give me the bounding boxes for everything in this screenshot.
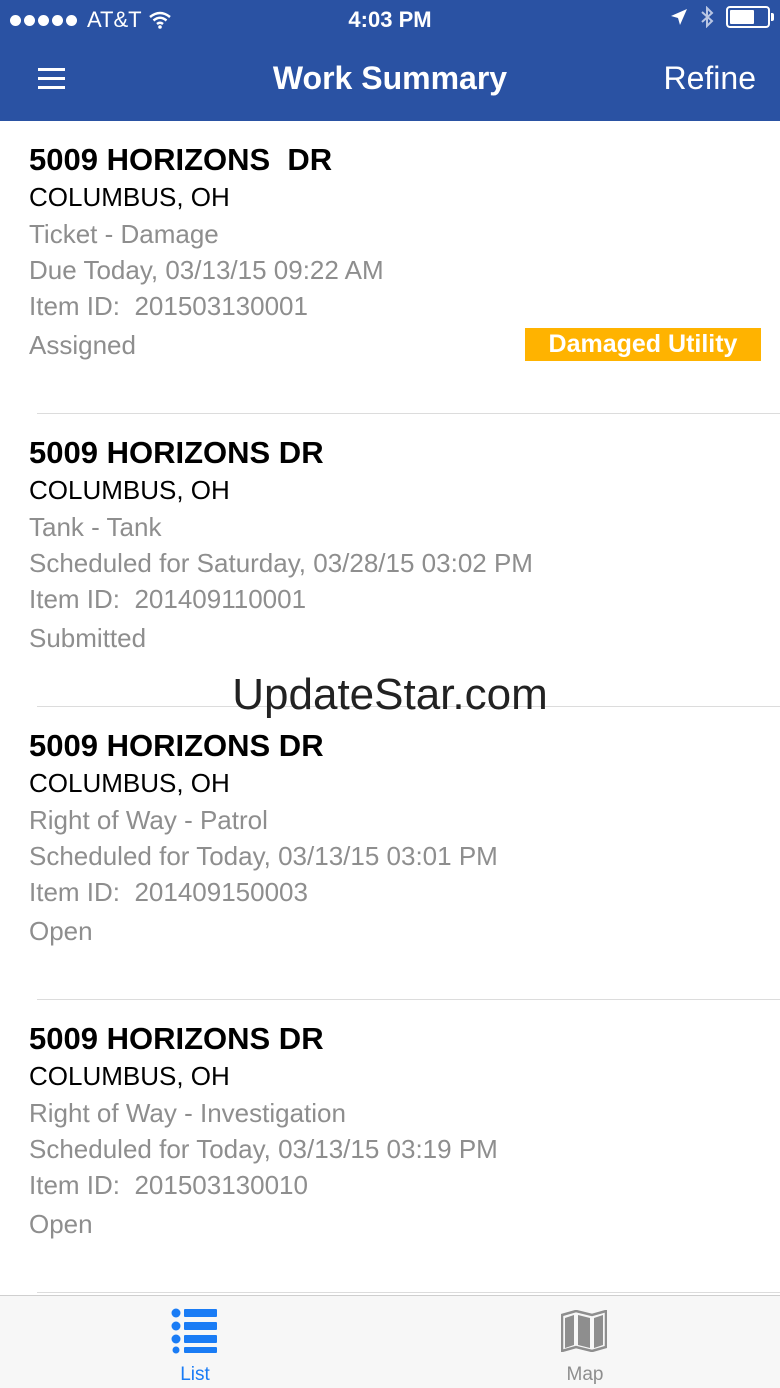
- item-schedule: Scheduled for Saturday, 03/28/15 03:02 P…: [29, 548, 533, 578]
- item-status: Open: [29, 916, 93, 946]
- item-schedule: Due Today, 03/13/15 09:22 AM: [29, 255, 384, 285]
- item-id: Item ID: 201409150003: [29, 877, 308, 907]
- item-id: Item ID: 201503130010: [29, 1170, 308, 1200]
- item-city: COLUMBUS, OH: [29, 475, 230, 505]
- status-bar: AT&T 4:03 PM: [0, 0, 780, 40]
- item-schedule: Scheduled for Today, 03/13/15 03:01 PM: [29, 841, 498, 871]
- refine-button[interactable]: Refine: [664, 60, 757, 97]
- tab-bar: List Map: [0, 1295, 780, 1388]
- bluetooth-icon: [701, 6, 714, 28]
- item-type: Tank - Tank: [29, 512, 162, 542]
- clock: 4:03 PM: [348, 7, 432, 32]
- item-address: 5009 HORIZONS DR: [29, 1021, 324, 1056]
- item-type: Right of Way - Patrol: [29, 805, 268, 835]
- item-type: Ticket - Damage: [29, 219, 219, 249]
- tab-map-label: Map: [566, 1364, 604, 1385]
- item-address: 5009 HORIZONS DR: [29, 728, 324, 763]
- status-badge: Damaged Utility: [525, 328, 761, 361]
- list-item[interactable]: 5009 HORIZONS DR COLUMBUS, OH Tank - Tan…: [0, 414, 780, 707]
- item-id: Item ID: 201503130001: [29, 291, 308, 321]
- tab-map[interactable]: Map: [390, 1296, 780, 1388]
- list-item[interactable]: 5009 HORIZONS DR COLUMBUS, OH Ticket - D…: [0, 121, 780, 414]
- item-status: Submitted: [29, 623, 147, 653]
- battery-icon: [726, 6, 774, 28]
- item-address: 5009 HORIZONS DR: [29, 142, 333, 177]
- list-item[interactable]: 5009 HORIZONS DR COLUMBUS, OH Right of W…: [0, 1000, 780, 1293]
- item-schedule: Scheduled for Today, 03/13/15 03:19 PM: [29, 1134, 498, 1164]
- item-address: 5009 HORIZONS DR: [29, 435, 324, 470]
- list-item[interactable]: 5009 HORIZONS DR COLUMBUS, OH Right of W…: [0, 707, 780, 1000]
- item-city: COLUMBUS, OH: [29, 182, 230, 212]
- item-id: Item ID: 201409110001: [29, 584, 307, 614]
- item-type: Right of Way - Investigation: [29, 1098, 346, 1128]
- item-status: Open: [29, 1209, 93, 1239]
- item-city: COLUMBUS, OH: [29, 768, 230, 798]
- work-item-list: 5009 HORIZONS DR COLUMBUS, OH Ticket - D…: [0, 121, 780, 1295]
- location-arrow-icon: [671, 9, 687, 25]
- list-icon: [171, 1308, 217, 1354]
- tab-list[interactable]: List: [0, 1296, 390, 1388]
- tab-list-label: List: [180, 1364, 210, 1385]
- nav-bar: Work Summary Refine: [0, 40, 780, 121]
- item-status: Assigned: [29, 330, 136, 360]
- top-bar: AT&T 4:03 PM Work Summary Refine: [0, 0, 780, 121]
- item-city: COLUMBUS, OH: [29, 1061, 230, 1091]
- map-icon: [561, 1310, 607, 1352]
